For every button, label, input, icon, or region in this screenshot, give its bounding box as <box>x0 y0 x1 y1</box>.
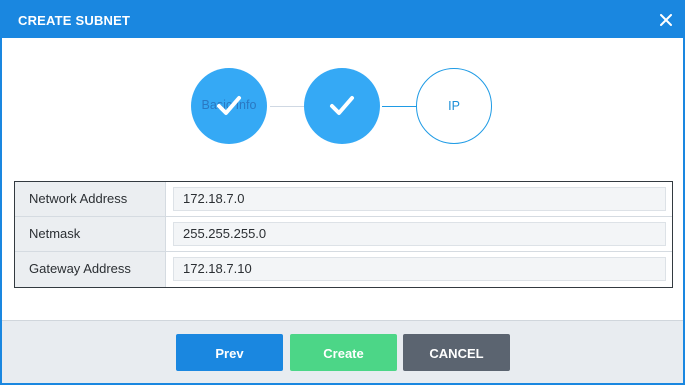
step-2[interactable] <box>304 68 380 144</box>
form-row-gateway-address: Gateway Address 172.18.7.10 <box>15 252 672 287</box>
dialog-titlebar: CREATE SUBNET <box>2 2 683 38</box>
netmask-field[interactable]: 255.255.255.0 <box>173 222 666 246</box>
check-icon <box>330 96 354 115</box>
form-row-netmask: Netmask 255.255.255.0 <box>15 217 672 252</box>
subnet-form: Network Address 172.18.7.0 Netmask 255.2… <box>14 181 673 288</box>
netmask-label: Netmask <box>15 217 166 251</box>
dialog-title: CREATE SUBNET <box>18 13 131 28</box>
network-address-label: Network Address <box>15 182 166 216</box>
check-icon <box>217 96 241 115</box>
dialog-footer: Prev Create CANCEL <box>2 320 683 383</box>
close-icon[interactable] <box>655 9 677 31</box>
step-connector <box>270 106 308 107</box>
gateway-address-label: Gateway Address <box>15 252 166 287</box>
create-button[interactable]: Create <box>290 334 397 371</box>
step-basic-info[interactable]: Basic Info <box>191 68 267 144</box>
wizard-stepper: Basic Info IP <box>2 38 683 178</box>
network-address-field[interactable]: 172.18.7.0 <box>173 187 666 211</box>
cancel-button[interactable]: CANCEL <box>403 334 510 371</box>
prev-button[interactable]: Prev <box>176 334 283 371</box>
create-subnet-dialog: CREATE SUBNET Basic Info IP Network Addr… <box>0 0 685 385</box>
step-connector <box>382 106 420 107</box>
form-row-network-address: Network Address 172.18.7.0 <box>15 182 672 217</box>
gateway-address-field[interactable]: 172.18.7.10 <box>173 257 666 281</box>
step-ip[interactable]: IP <box>416 68 492 144</box>
step-label: IP <box>448 99 460 113</box>
